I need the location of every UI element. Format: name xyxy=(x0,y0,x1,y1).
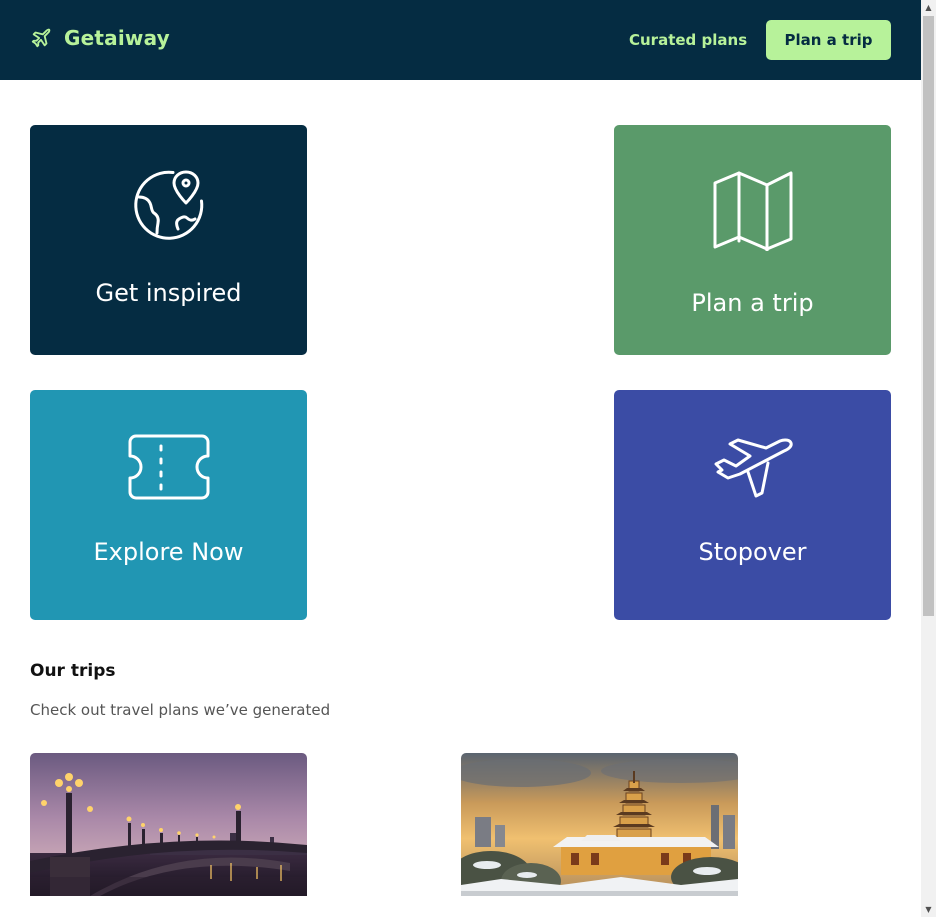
card-title: Explore Now xyxy=(93,538,244,566)
ticket-icon xyxy=(128,434,209,500)
card-title: Stopover xyxy=(698,538,807,566)
card-title: Get inspired xyxy=(95,279,242,307)
map-icon xyxy=(713,171,792,251)
card-stopover[interactable]: Stopover xyxy=(614,390,891,620)
scroll-thumb[interactable] xyxy=(923,16,934,616)
card-title: Plan a trip xyxy=(691,289,814,317)
section-title: Our trips xyxy=(30,661,116,681)
paris-bridge-photo xyxy=(30,753,307,896)
scroll-down-arrow-icon[interactable]: ▼ xyxy=(921,902,936,917)
plane-icon xyxy=(31,28,51,48)
trip-card[interactable] xyxy=(461,753,738,896)
plane-icon xyxy=(714,438,793,498)
page: Getaiway Curated plans Plan a trip Get i… xyxy=(0,0,921,917)
nav-link-curated-plans[interactable]: Curated plans xyxy=(629,31,747,49)
trip-card[interactable] xyxy=(30,753,307,896)
navbar: Getaiway Curated plans Plan a trip xyxy=(0,0,921,80)
globe-pin-icon xyxy=(133,170,203,240)
section-subtitle: Check out travel plans we’ve generated xyxy=(30,701,331,719)
plan-trip-button[interactable]: Plan a trip xyxy=(766,20,891,60)
card-explore-now[interactable]: Explore Now xyxy=(30,390,307,620)
pagoda-snow-photo xyxy=(461,753,738,896)
scroll-up-arrow-icon[interactable]: ▲ xyxy=(921,0,936,15)
brand-name: Getaiway xyxy=(64,26,170,50)
card-get-inspired[interactable]: Get inspired xyxy=(30,125,307,355)
card-plan-a-trip[interactable]: Plan a trip xyxy=(614,125,891,355)
brand-link[interactable]: Getaiway xyxy=(30,26,170,50)
vertical-scrollbar[interactable]: ▲ ▼ xyxy=(921,0,936,917)
